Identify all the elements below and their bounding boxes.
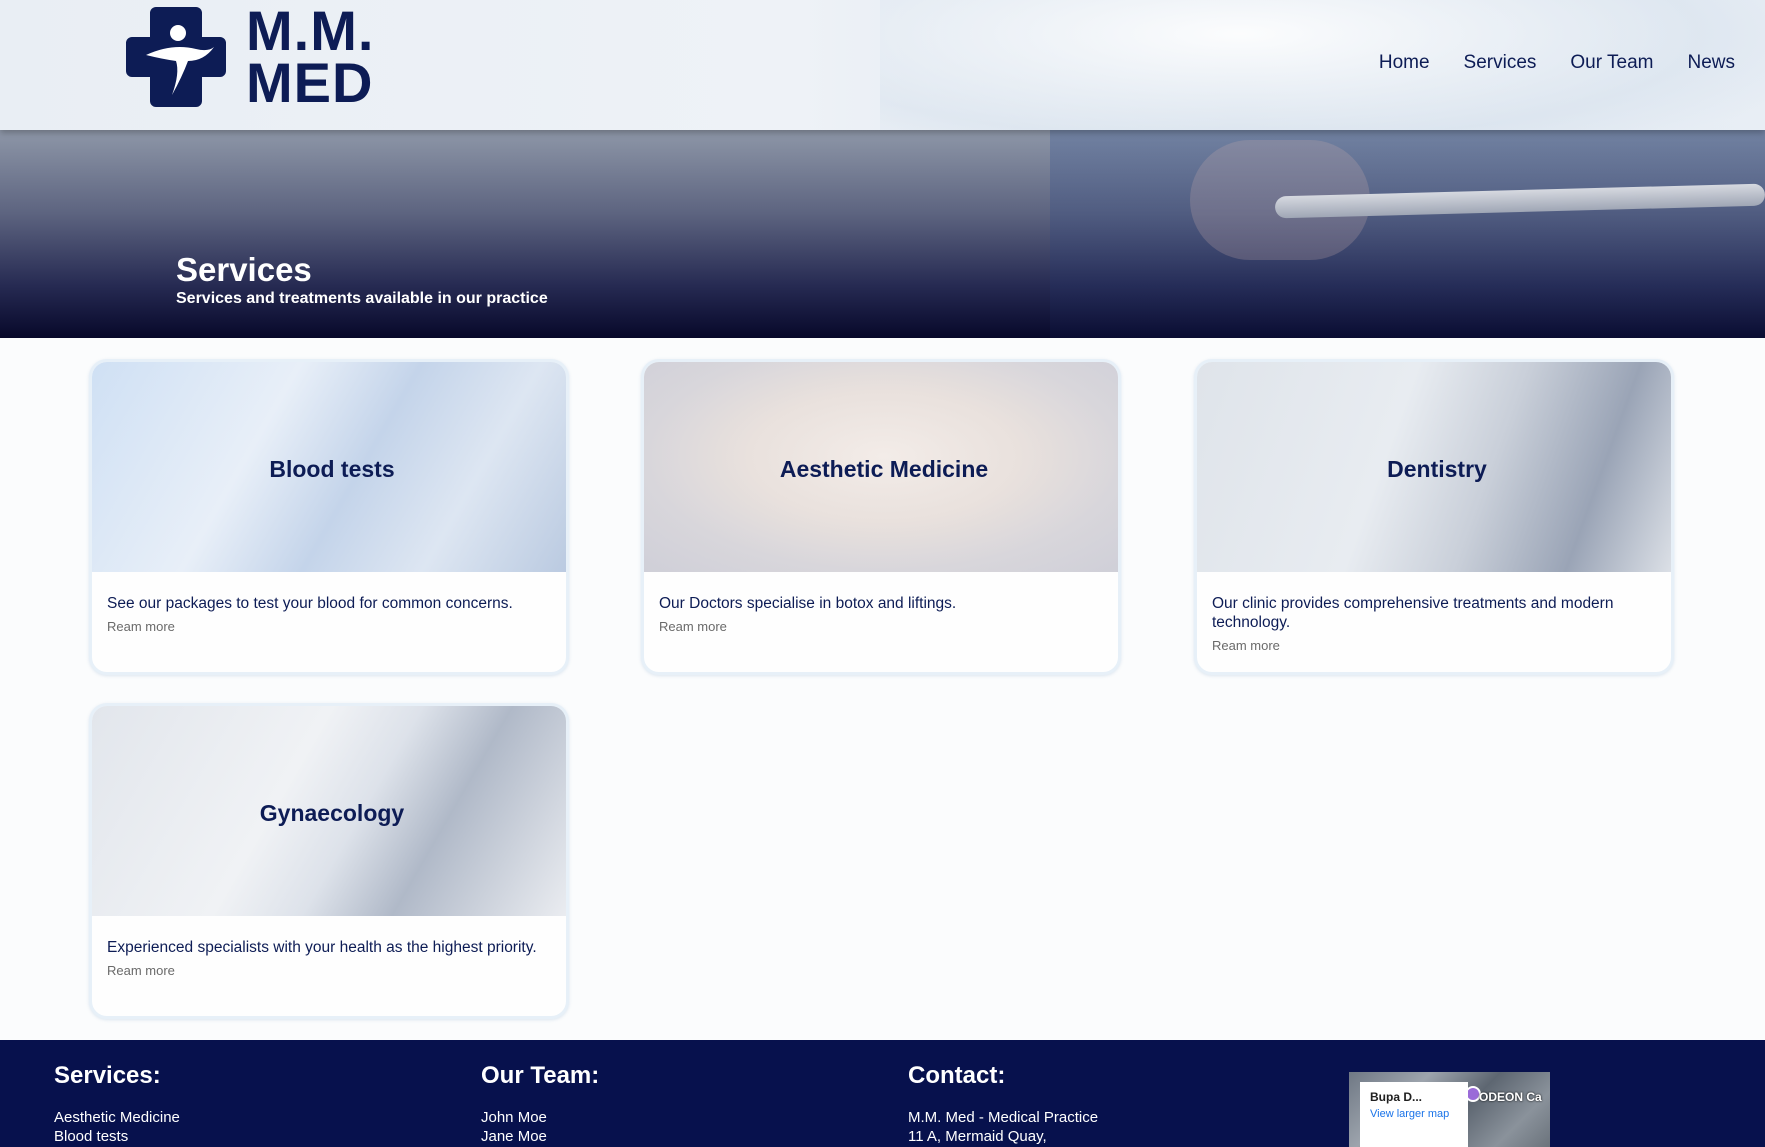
- nav-services[interactable]: Services: [1464, 52, 1537, 74]
- service-image-gynaecology: Gynaecology: [92, 706, 566, 916]
- footer-team: Our Team: John Moe Jane Moe: [481, 1062, 599, 1146]
- service-card-title: Gynaecology: [259, 800, 405, 826]
- site-footer: Services: Aesthetic Medicine Blood tests…: [0, 1040, 1765, 1147]
- read-more-link[interactable]: Ream more: [1212, 636, 1652, 655]
- service-card-dentistry[interactable]: Dentistry Our clinic provides comprehens…: [1194, 359, 1674, 675]
- service-card-description: Experienced specialists with your health…: [107, 939, 537, 956]
- footer-team-heading: Our Team:: [481, 1062, 600, 1089]
- logo-wordmark: M.M. MED: [246, 0, 375, 114]
- nav-news[interactable]: News: [1687, 52, 1735, 74]
- footer-service-link[interactable]: Aesthetic Medicine: [54, 1108, 180, 1127]
- service-card-title: Dentistry: [1387, 456, 1487, 482]
- site-logo[interactable]: M.M. MED: [122, 3, 402, 115]
- hero-banner: Services Services and treatments availab…: [0, 130, 1765, 338]
- view-larger-map-link[interactable]: View larger map: [1370, 1107, 1458, 1121]
- service-card-aesthetic-medicine[interactable]: Aesthetic Medicine Our Doctors specialis…: [641, 359, 1121, 675]
- service-image-blood-tests: Blood tests: [92, 362, 566, 572]
- footer-contact-heading: Contact:: [908, 1062, 1006, 1089]
- medical-cross-icon: [126, 7, 226, 107]
- location-map[interactable]: ODEON Ca Bupa D... View larger map: [1349, 1072, 1550, 1147]
- nav-home[interactable]: Home: [1379, 52, 1430, 74]
- read-more-link[interactable]: Ream more: [659, 617, 1099, 636]
- footer-team-link[interactable]: Jane Moe: [481, 1127, 599, 1146]
- service-card-description: Our clinic provides comprehensive treatm…: [1212, 595, 1614, 631]
- page-subtitle: Services and treatments available in our…: [176, 290, 548, 307]
- service-image-aesthetic-medicine: Aesthetic Medicine: [644, 362, 1118, 572]
- site-header: M.M. MED Home Services Our Team News: [0, 0, 1765, 130]
- footer-contact: Contact: M.M. Med - Medical Practice 11 …: [908, 1062, 1098, 1146]
- footer-service-link[interactable]: Blood tests: [54, 1127, 180, 1146]
- footer-services: Services: Aesthetic Medicine Blood tests: [54, 1062, 180, 1146]
- main-nav: Home Services Our Team News: [1379, 52, 1735, 74]
- read-more-link[interactable]: Ream more: [107, 617, 547, 636]
- map-place-name: Bupa D...: [1370, 1090, 1423, 1104]
- logo-line-1: M.M.: [246, 0, 375, 62]
- service-card-gynaecology[interactable]: Gynaecology Experienced specialists with…: [89, 703, 569, 1019]
- map-place-label: ODEON Ca: [1479, 1090, 1542, 1104]
- nav-our-team[interactable]: Our Team: [1570, 52, 1653, 74]
- service-card-blood-tests[interactable]: Blood tests See our packages to test you…: [89, 359, 569, 675]
- service-card-description: Our Doctors specialise in botox and lift…: [659, 595, 957, 612]
- read-more-link[interactable]: Ream more: [107, 961, 547, 980]
- footer-team-link[interactable]: John Moe: [481, 1108, 599, 1127]
- footer-contact-line: M.M. Med - Medical Practice: [908, 1109, 1099, 1126]
- service-card-title: Aesthetic Medicine: [779, 456, 989, 482]
- service-image-dentistry: Dentistry: [1197, 362, 1671, 572]
- service-card-title: Blood tests: [269, 456, 395, 482]
- map-info-card: Bupa D... View larger map: [1360, 1082, 1468, 1147]
- hero-image-tint: [1050, 130, 1765, 338]
- logo-line-2: MED: [246, 51, 374, 114]
- service-card-description: See our packages to test your blood for …: [107, 595, 513, 612]
- page-title: Services: [176, 251, 312, 288]
- footer-services-heading: Services:: [54, 1062, 161, 1089]
- footer-contact-line: 11 A, Mermaid Quay,: [908, 1128, 1047, 1145]
